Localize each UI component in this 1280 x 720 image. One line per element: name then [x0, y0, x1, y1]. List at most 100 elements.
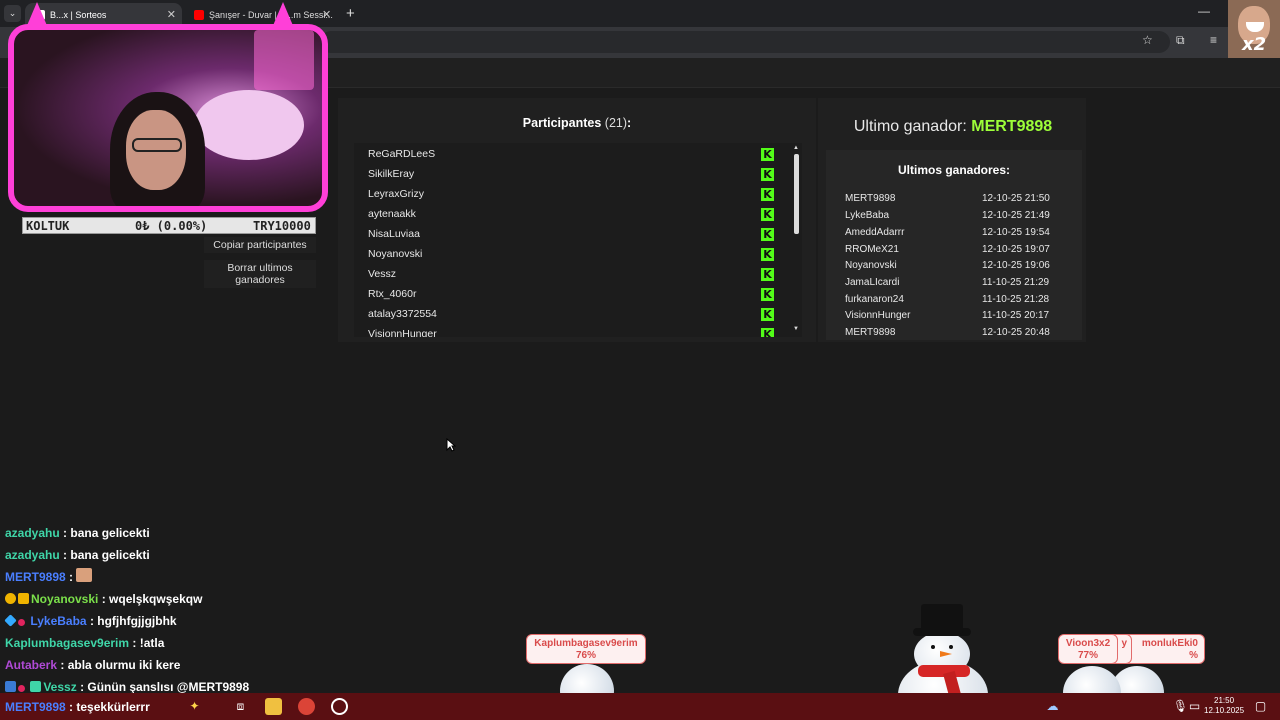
kick-icon: K [761, 188, 774, 201]
winners-scrollbar[interactable]: ▲ ▼ [1067, 190, 1068, 336]
scrollbar-thumb[interactable] [793, 154, 799, 234]
youtube-icon [194, 10, 204, 20]
table-row: RROMeX21 12-10-25 19:07 [845, 244, 1050, 255]
chat-message: Noyanovski : wqelşkqwşekqw [5, 589, 202, 609]
last-winner-name: MERT9898 [971, 118, 1053, 135]
table-row: LykeBaba 12-10-25 21:49 [845, 210, 1050, 221]
scroll-up-icon[interactable]: ▲ [792, 145, 800, 151]
chat-message: MERT9898 : teşekkürlerrr [5, 700, 150, 714]
chat-message: Autaberk : abla olurmu iki kere [5, 658, 181, 672]
chat-message: MERT9898 : [5, 567, 94, 587]
bookmark-star-icon[interactable]: ☆ [1142, 33, 1153, 47]
list-item: ReGaRDLeeS K [354, 144, 784, 164]
table-row: VisionnHunger 11-10-25 20:17 [845, 310, 1050, 321]
media-control-icon[interactable]: ≡ [1210, 33, 1217, 47]
snowman-eye [949, 645, 953, 649]
kick-icon: K [761, 328, 774, 337]
extensions-icon[interactable]: ⧉ [1176, 33, 1185, 48]
cam-glasses [132, 138, 182, 152]
clock-date: 12.10.2025 [1204, 706, 1245, 715]
minimize-button[interactable]: — [1198, 4, 1210, 18]
chat-message: LykeBaba : hgfjhfgjjgjbhk [4, 611, 177, 631]
participants-label: Participantes [522, 116, 602, 130]
participants-count: (21) [604, 116, 628, 130]
scroll-down-icon[interactable]: ▼ [792, 326, 800, 332]
list-item: atalay3372554 K [354, 304, 784, 324]
list-item: Rtx_4060r K [354, 284, 784, 304]
badge-icon [5, 681, 16, 692]
badge-icon [5, 593, 16, 604]
network-icon[interactable]: ▭ [1186, 698, 1203, 715]
participants-list[interactable]: ReGaRDLeeS K SikilkEray K LeyraxGrizy K ayt… [354, 143, 802, 337]
new-tab-button[interactable]: + [346, 5, 355, 22]
table-row: MERT9898 12-10-25 21:50 [845, 193, 1050, 204]
cam-plush [194, 90, 304, 160]
address-bar[interactable] [320, 31, 1170, 53]
list-item: NisaLuviaa K [354, 224, 784, 244]
taskbar: ✦ ⧈ ☁ 🎙 ▭ 21:50 12.10.2025 ▢ [0, 693, 1280, 720]
clear-winners-button[interactable]: Borrar ultimos ganadores [204, 260, 316, 288]
weather-icon[interactable]: ☁ [1044, 698, 1061, 715]
list-item: SikilkEray K [354, 164, 784, 184]
last-winner-label: Ultimo ganador: [853, 118, 967, 135]
list-item: LeyraxGrizy K [354, 184, 784, 204]
clock-time: 21:50 [1214, 696, 1235, 705]
taskbar-clock[interactable]: 21:50 12.10.2025 [1204, 696, 1244, 716]
table-row: AmeddAdarrr 12-10-25 19:54 [845, 227, 1050, 238]
table-row: MERT9898 12-10-25 20:48 [845, 327, 1050, 338]
chrome-icon[interactable] [298, 698, 315, 715]
screen: ⌄ B...x | Sorteos ✕ Şanışer - Duvar | H.… [0, 0, 1280, 720]
kick-icon: K [761, 148, 774, 161]
scroll-up-icon[interactable]: ▲ [1067, 192, 1068, 198]
obs-icon[interactable] [331, 698, 348, 715]
notifications-icon[interactable]: ▢ [1252, 698, 1269, 715]
winners-list-title: Ultimos ganadores: [897, 163, 1011, 177]
player-tag: Kaplumbagasev9erim 76% [526, 634, 646, 664]
ticker-left: KOLTUK [26, 219, 70, 233]
task-view-icon[interactable]: ⧈ [232, 698, 249, 715]
reaction-cam: x2 [1228, 0, 1280, 58]
heart-icon [18, 685, 25, 692]
kick-icon: K [761, 248, 774, 261]
webcam-overlay [8, 24, 328, 212]
ticker-mid: 0₺ (0.00%) [135, 219, 208, 233]
snowman-nose [940, 651, 952, 657]
scroll-down-icon[interactable]: ▼ [1067, 324, 1068, 330]
kick-icon: K [761, 288, 774, 301]
list-item: Noyanovski K [354, 244, 784, 264]
list-item: aytenaakk K [354, 204, 784, 224]
crown-icon [18, 593, 29, 604]
snowman-hat [921, 604, 963, 634]
browser-tabbar: ⌄ B...x | Sorteos ✕ Şanışer - Duvar | H.… [0, 0, 1280, 27]
multiplier-badge: x2 [1242, 34, 1267, 55]
copy-participants-button[interactable]: Copiar participantes [204, 237, 316, 253]
participants-title: Participantes (21): [338, 116, 816, 130]
tab-title: B...x | Sorteos [50, 10, 107, 20]
table-row: Noyanovski 12-10-25 19:06 [845, 260, 1050, 271]
chat-message: azadyahu : bana gelicekti [5, 526, 150, 540]
participants-colon: : [627, 116, 632, 130]
diamond-icon [4, 614, 17, 627]
emote-icon [76, 568, 93, 582]
winners-list[interactable]: MERT9898 12-10-25 21:50 LykeBaba 12-10-25 … [838, 190, 1068, 338]
kick-icon: K [761, 208, 774, 221]
close-icon[interactable]: ✕ [322, 8, 331, 21]
kick-icon: K [761, 308, 774, 321]
chat-message: Kaplumbagasev9erim : !atla [5, 636, 165, 650]
kick-icon: K [761, 168, 774, 181]
chat-message: azadyahu : bana gelicekti [5, 548, 150, 562]
heart-icon [18, 619, 25, 626]
file-explorer-icon[interactable] [265, 698, 282, 715]
kick-icon: K [761, 268, 774, 281]
list-item: Vessz K [354, 264, 784, 284]
list-item: VisionnHunger K [354, 324, 784, 337]
close-icon[interactable]: ✕ [167, 8, 176, 21]
copilot-icon[interactable]: ✦ [186, 698, 203, 715]
table-row: JamaLIcardi 11-10-25 21:29 [845, 277, 1050, 288]
tab-search-button[interactable]: ⌄ [4, 5, 21, 22]
last-winner: Ultimo ganador: MERT9898 [818, 118, 1088, 136]
tab-title: Şanışer - Duvar | H...m Sessi... [209, 10, 333, 20]
cam-lamp [254, 30, 314, 90]
participants-scrollbar[interactable]: ▲ ▼ [792, 143, 800, 337]
ticker-right: TRY10000 [253, 219, 311, 233]
